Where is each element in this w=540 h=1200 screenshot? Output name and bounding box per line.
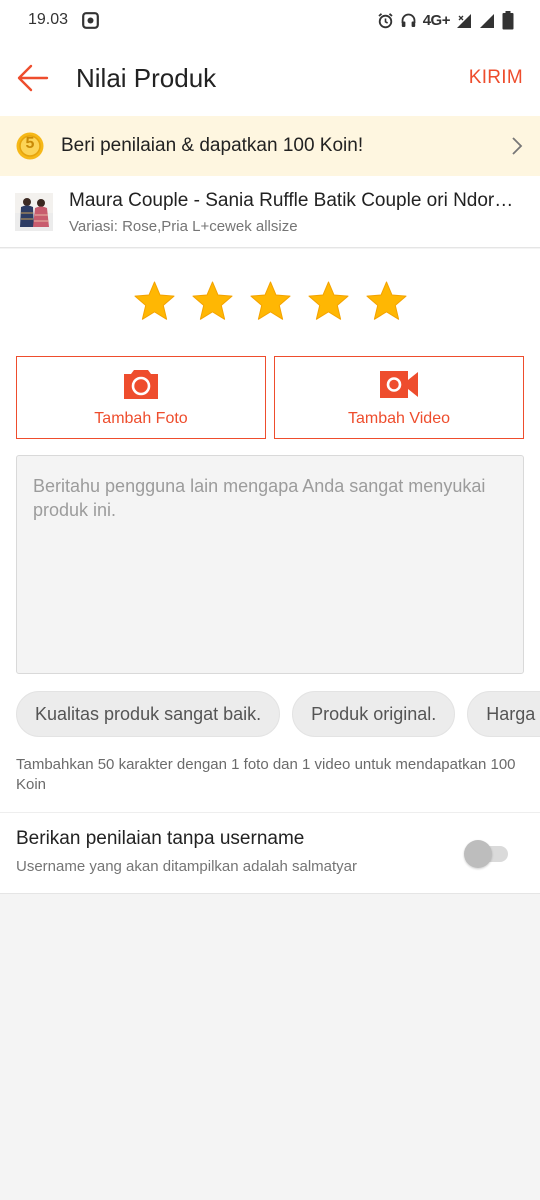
- product-info: Maura Couple - Sania Ruffle Batik Couple…: [69, 189, 540, 235]
- star-4[interactable]: [307, 280, 350, 323]
- screenshot-notification-icon: [82, 11, 99, 29]
- add-photo-button[interactable]: Tambah Foto: [16, 356, 266, 439]
- star-5[interactable]: [365, 280, 408, 323]
- camera-icon: [124, 370, 158, 399]
- toggle-thumb: [464, 840, 492, 868]
- suggestion-chip[interactable]: Produk original.: [292, 691, 456, 737]
- coin-banner-text: Beri penilaian & dapatkan 100 Koin!: [61, 135, 364, 156]
- product-name: Maura Couple - Sania Ruffle Batik Couple…: [69, 189, 521, 211]
- product-variant: Variasi: Rose,Pria L+cewek allsize: [69, 217, 298, 235]
- status-left: 19.03: [28, 11, 99, 29]
- network-type-label: 4G+: [422, 11, 451, 29]
- submit-button[interactable]: KIRIM: [469, 67, 523, 89]
- divider: [0, 812, 540, 813]
- coin-reward-banner[interactable]: 5 Beri penilaian & dapatkan 100 Koin!: [0, 116, 540, 176]
- product-thumbnail: [15, 192, 53, 231]
- anonymous-review-subtitle: Username yang akan ditampilkan adalah sa…: [16, 858, 358, 875]
- alarm-icon: [378, 12, 393, 28]
- status-bar: 19.03 4G+: [0, 0, 540, 40]
- star-rating: [0, 280, 540, 326]
- back-arrow-icon: [17, 64, 49, 92]
- page-title: Nilai Produk: [76, 62, 217, 93]
- status-right: 4G+: [377, 10, 514, 30]
- star-3[interactable]: [249, 280, 292, 323]
- add-photo-label: Tambah Foto: [94, 410, 188, 427]
- anonymous-review-title: Berikan penilaian tanpa username: [16, 828, 305, 849]
- app-bar: Nilai Produk KIRIM: [0, 40, 540, 116]
- video-camera-icon: [380, 371, 418, 398]
- status-time: 19.03: [28, 11, 69, 28]
- headphones-icon: [401, 13, 416, 27]
- review-text-input[interactable]: [16, 455, 524, 674]
- add-video-button[interactable]: Tambah Video: [274, 356, 524, 439]
- anonymous-review-toggle[interactable]: [462, 840, 510, 868]
- product-row: Maura Couple - Sania Ruffle Batik Couple…: [0, 176, 540, 248]
- signal-icon-sim2: [480, 13, 494, 28]
- coin-icon-value: 5: [25, 135, 35, 152]
- chevron-right-icon: [512, 137, 523, 155]
- back-button[interactable]: [0, 40, 68, 116]
- star-1[interactable]: [133, 280, 176, 323]
- review-suggestion-chips: Kualitas produk sangat baik. Produk orig…: [16, 691, 540, 739]
- add-video-label: Tambah Video: [348, 410, 450, 427]
- star-2[interactable]: [191, 280, 234, 323]
- suggestion-chip[interactable]: Kualitas produk sangat baik.: [16, 691, 281, 737]
- suggestion-chip[interactable]: Harga terjangkau.: [467, 691, 540, 737]
- signal-icon-sim1: [457, 13, 471, 28]
- battery-icon: [502, 10, 514, 29]
- coin-requirement-hint: Tambahkan 50 karakter dengan 1 foto dan …: [16, 756, 516, 793]
